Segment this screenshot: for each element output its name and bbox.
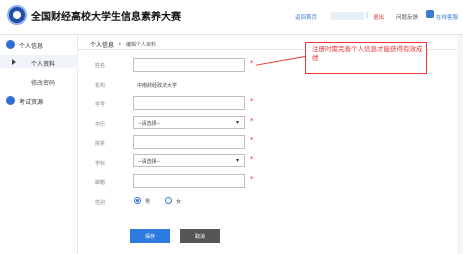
feedback-link[interactable]: 问题反馈	[396, 13, 418, 21]
active-arrow-icon	[12, 59, 16, 65]
degree-label: 学历	[95, 122, 106, 128]
person-icon	[6, 40, 15, 49]
student-id-required-mark: *	[250, 97, 254, 105]
user-name-badge[interactable]	[330, 12, 364, 20]
scrollbar[interactable]	[457, 35, 463, 254]
breadcrumb-section[interactable]: 个人信息	[90, 40, 114, 49]
header-separator: |	[366, 12, 369, 19]
gender-female-label[interactable]: 女	[176, 198, 181, 205]
subject-selected-value: --请选择--	[138, 159, 161, 165]
college-required-mark: *	[250, 136, 254, 144]
student-id-input[interactable]	[133, 96, 245, 110]
email-label: 邮箱	[95, 180, 106, 186]
subject-label: 学科	[95, 161, 106, 167]
sidebar-group-exam[interactable]: 考试资源	[19, 97, 43, 106]
subject-required-mark: *	[250, 155, 254, 163]
subject-chevron-down-icon: ▾	[236, 157, 240, 164]
degree-required-mark: *	[250, 117, 254, 125]
name-required-mark: *	[250, 59, 254, 67]
customer-service-icon[interactable]	[426, 10, 434, 18]
sidebar-item-profile[interactable]: 个人资料	[31, 59, 55, 68]
gender-male-radio[interactable]	[134, 197, 141, 204]
university-logo-icon	[7, 5, 27, 25]
college-input[interactable]	[133, 135, 245, 149]
annotation-text: 注册时需完善个人信息才能获得有效成绩	[312, 45, 423, 62]
logout-link[interactable]: 退出	[373, 13, 384, 21]
sidebar-group-personal[interactable]: 个人信息	[19, 41, 43, 50]
site-title: 全国财经高校大学生信息素养大赛	[31, 12, 181, 23]
gender-female-radio[interactable]	[165, 197, 172, 204]
email-input[interactable]	[133, 174, 245, 188]
save-button[interactable]: 保存	[130, 229, 170, 243]
sidebar-item-password[interactable]: 修改密码	[31, 78, 55, 87]
name-label: 姓名	[95, 63, 106, 69]
college-label: 院系	[95, 141, 106, 147]
cancel-button[interactable]: 取消	[180, 229, 220, 243]
breadcrumb-arrow-icon: ▸	[119, 41, 122, 47]
online-service-link[interactable]: 在线客服	[436, 13, 458, 21]
gender-male-label[interactable]: 男	[145, 198, 150, 205]
home-link[interactable]: 返回首页	[295, 13, 317, 21]
gender-label: 性别	[95, 200, 106, 206]
org-label: 机构	[95, 83, 106, 89]
email-required-mark: *	[250, 175, 254, 183]
annotation-pointer-line	[255, 56, 306, 66]
name-input[interactable]	[133, 58, 245, 72]
org-value: 中南财经政法大学	[137, 83, 178, 89]
book-icon	[6, 96, 15, 105]
degree-chevron-down-icon: ▾	[236, 119, 240, 126]
degree-selected-value: --请选择--	[138, 121, 161, 127]
student-id-label: 学号	[95, 102, 106, 108]
breadcrumb-page: 编辑个人资料	[126, 42, 157, 48]
